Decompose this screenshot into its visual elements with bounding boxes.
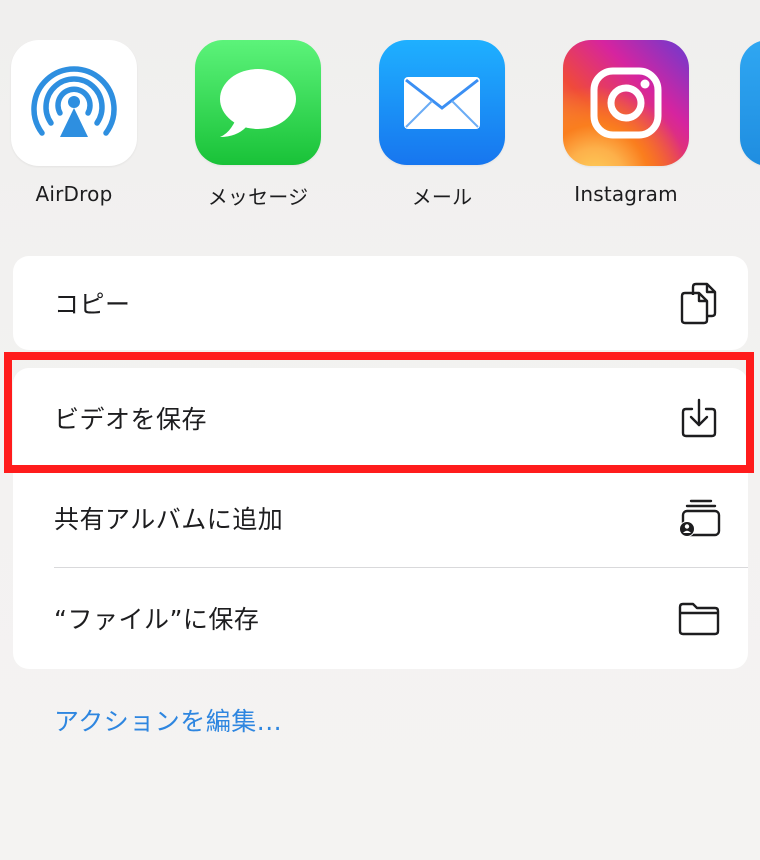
action-group-copy: コピー [13, 256, 748, 350]
app-label: AirDrop [35, 182, 113, 206]
app-instagram[interactable]: Instagram [556, 40, 696, 210]
action-add-shared-album[interactable]: 共有アルバムに追加 [13, 468, 748, 568]
shared-album-icon [677, 496, 721, 540]
messages-icon[interactable] [195, 40, 321, 165]
app-messages[interactable]: メッセージ [188, 40, 328, 210]
mail-icon[interactable] [379, 40, 505, 165]
app-share-row[interactable]: AirDrop メッセージ メール Instagram [0, 40, 760, 210]
app-label: メール [411, 185, 473, 209]
share-sheet: AirDrop メッセージ メール Instagram コピー ビデオを保存 共… [0, 0, 760, 860]
action-copy[interactable]: コピー [13, 256, 748, 350]
action-label: “ファイル”に保存 [54, 605, 260, 634]
app-label: メッセージ [207, 185, 309, 209]
airdrop-icon[interactable] [11, 40, 137, 166]
action-label: 共有アルバムに追加 [54, 505, 284, 534]
save-download-icon [677, 396, 721, 440]
action-save-video[interactable]: ビデオを保存 [13, 368, 748, 468]
copy-icon [677, 281, 721, 325]
app-partial[interactable] [740, 40, 760, 210]
action-save-to-files[interactable]: “ファイル”に保存 [13, 568, 748, 668]
app-mail[interactable]: メール [372, 40, 512, 210]
instagram-icon[interactable] [563, 40, 689, 166]
app-airdrop[interactable]: AirDrop [4, 40, 144, 210]
app-label: Instagram [574, 182, 678, 206]
action-label: ビデオを保存 [54, 405, 208, 434]
folder-icon [677, 596, 721, 640]
app-partial-icon[interactable] [740, 40, 760, 166]
edit-actions-link[interactable]: アクションを編集... [54, 702, 282, 738]
action-label: コピー [54, 290, 131, 319]
action-group-save: ビデオを保存 共有アルバムに追加 “ファイル”に保存 [13, 368, 748, 669]
